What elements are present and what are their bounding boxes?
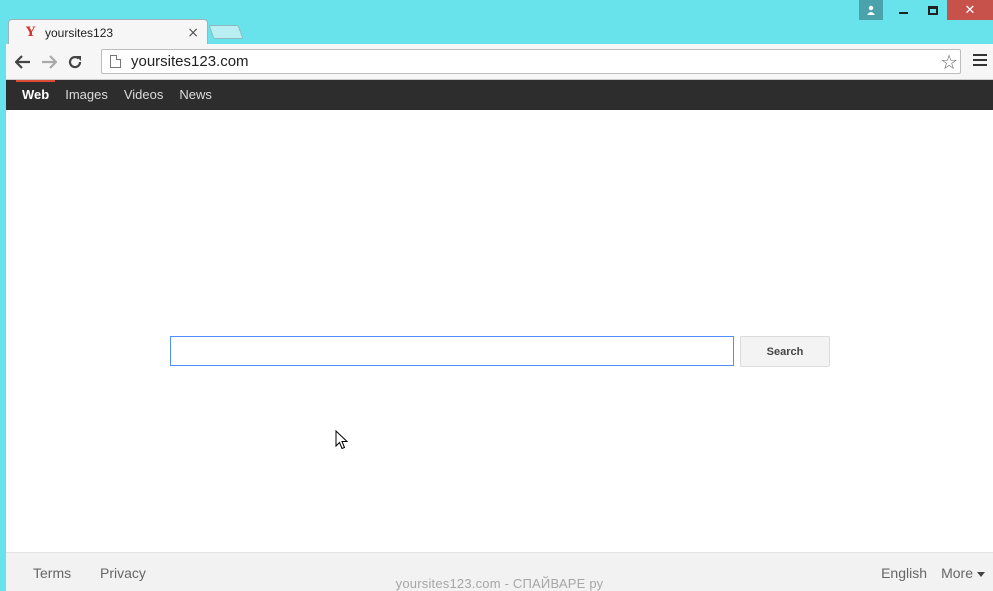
nav-videos[interactable]: Videos [116, 80, 172, 110]
maximize-button[interactable] [918, 0, 947, 20]
nav-news[interactable]: News [171, 80, 220, 110]
watermark-text: yoursites123.com - СПАЙВАРЕ ру [395, 576, 604, 591]
nav-images[interactable]: Images [57, 80, 116, 110]
nav-web[interactable]: Web [14, 80, 57, 110]
close-window-button[interactable]: ✕ [947, 0, 993, 20]
page-content: Web Images Videos News Search Terms Priv… [6, 80, 993, 591]
search-vertical-nav: Web Images Videos News [6, 80, 993, 110]
search-form: Search [170, 336, 830, 367]
minimize-icon [899, 12, 908, 14]
user-profile-button[interactable] [859, 0, 883, 20]
back-button[interactable] [10, 49, 36, 75]
reload-button[interactable] [62, 49, 88, 75]
tab-yoursites123[interactable]: Y yoursites123 × [8, 19, 208, 45]
chrome-menu-icon[interactable] [973, 54, 987, 66]
bookmark-star-icon[interactable]: ☆ [940, 50, 958, 74]
user-icon [867, 5, 875, 15]
address-bar[interactable]: yoursites123.com ☆ [101, 49, 961, 74]
page-footer: Terms Privacy English More yoursites123.… [6, 552, 993, 591]
yandex-favicon-icon: Y [26, 25, 36, 40]
forward-arrow-icon [42, 54, 57, 69]
mouse-pointer-icon [335, 430, 349, 450]
url-text[interactable]: yoursites123.com [131, 53, 940, 70]
back-arrow-icon [15, 54, 30, 69]
reload-icon [68, 55, 82, 68]
tab-title: yoursites123 [45, 25, 114, 40]
search-input[interactable] [170, 336, 734, 366]
page-icon [110, 55, 121, 68]
browser-toolbar: yoursites123.com ☆ [6, 44, 993, 80]
minimize-button[interactable] [889, 0, 918, 20]
forward-button[interactable] [36, 49, 62, 75]
maximize-icon [927, 5, 938, 15]
new-tab-button[interactable] [208, 25, 244, 39]
tab-close-icon[interactable]: × [187, 25, 199, 41]
close-icon: ✕ [964, 2, 976, 18]
search-button[interactable]: Search [740, 336, 830, 367]
window-controls: ✕ [859, 0, 993, 20]
